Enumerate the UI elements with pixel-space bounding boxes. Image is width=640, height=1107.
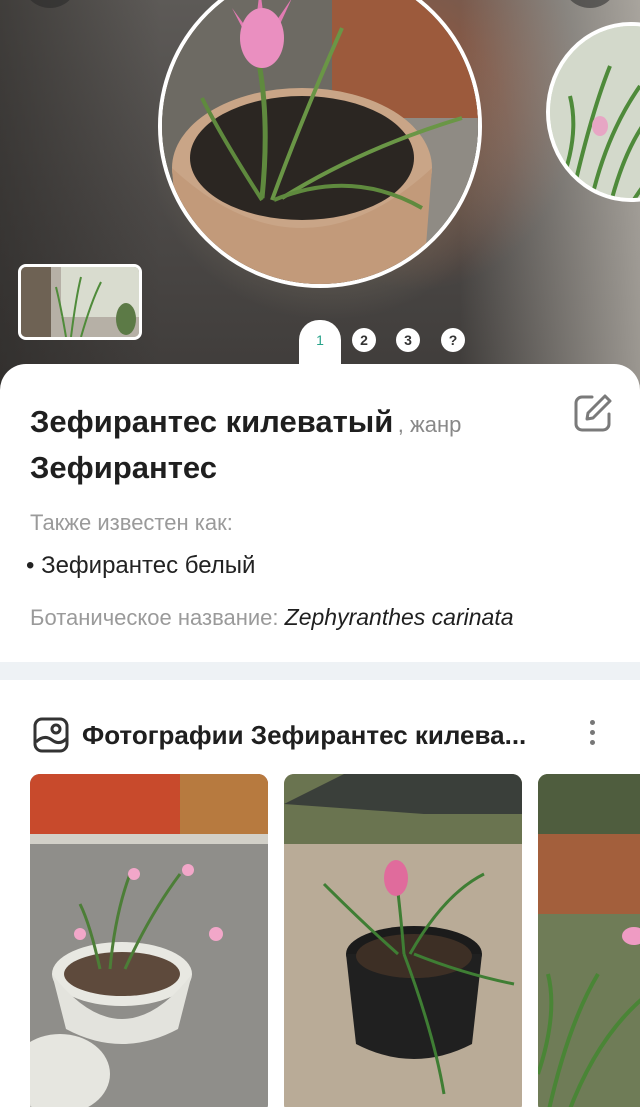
aka-item-text: Зефирантес белый [41, 552, 256, 579]
page-dot-active[interactable]: 1 [308, 328, 332, 352]
photos-section-icon [32, 716, 70, 754]
edit-icon [574, 394, 612, 432]
plant-photo-card[interactable] [30, 774, 268, 1107]
genus-label: , жанр [397, 412, 462, 437]
aka-item: • Зефирантес белый [26, 552, 255, 580]
plant-genus: Зефирантес [30, 450, 217, 485]
botanical-name: Zephyranthes carinata [284, 604, 514, 630]
plant-common-name: Зефирантес килеватый [30, 404, 394, 439]
window-plant-illustration [21, 267, 139, 337]
more-dot [589, 730, 595, 735]
page-dot[interactable]: 3 [396, 328, 420, 352]
photo-thumbnail[interactable] [18, 264, 142, 340]
plant-image-carousel[interactable]: 1 2 3 ? [0, 0, 640, 400]
image-icon [33, 717, 69, 753]
plant-photo-card[interactable] [538, 774, 640, 1107]
edit-button[interactable] [572, 392, 614, 434]
plant-info-card: Зефирантес килеватый , жанр Зефирантес Т… [0, 364, 640, 662]
background-blur [0, 0, 160, 400]
page-dot-help[interactable]: ? [441, 328, 465, 352]
photos-section-title: Фотографии Зефирантес килева... [82, 720, 527, 750]
page-dot[interactable]: 2 [352, 328, 376, 352]
bullet: • [26, 552, 35, 579]
aka-label: Также известен как: [30, 510, 233, 535]
potted-flower-illustration [162, 0, 478, 284]
photos-section: Фотографии Зефирантес килева... [0, 680, 640, 1107]
more-dot [589, 720, 595, 725]
more-dot [589, 740, 595, 745]
plant-title: Зефирантес килеватый , жанр Зефирантес [30, 402, 570, 488]
botanical-label: Ботаническое название: [30, 605, 279, 630]
outdoor-pot-photo [30, 774, 268, 1107]
plant-photo-card[interactable] [284, 774, 522, 1107]
botanical-name-row: Ботаническое название: Zephyranthes cari… [30, 604, 514, 631]
black-pot-photo [284, 774, 522, 1107]
more-options-button[interactable] [582, 716, 602, 756]
garden-photo [538, 774, 640, 1107]
main-plant-photo[interactable] [158, 0, 482, 288]
